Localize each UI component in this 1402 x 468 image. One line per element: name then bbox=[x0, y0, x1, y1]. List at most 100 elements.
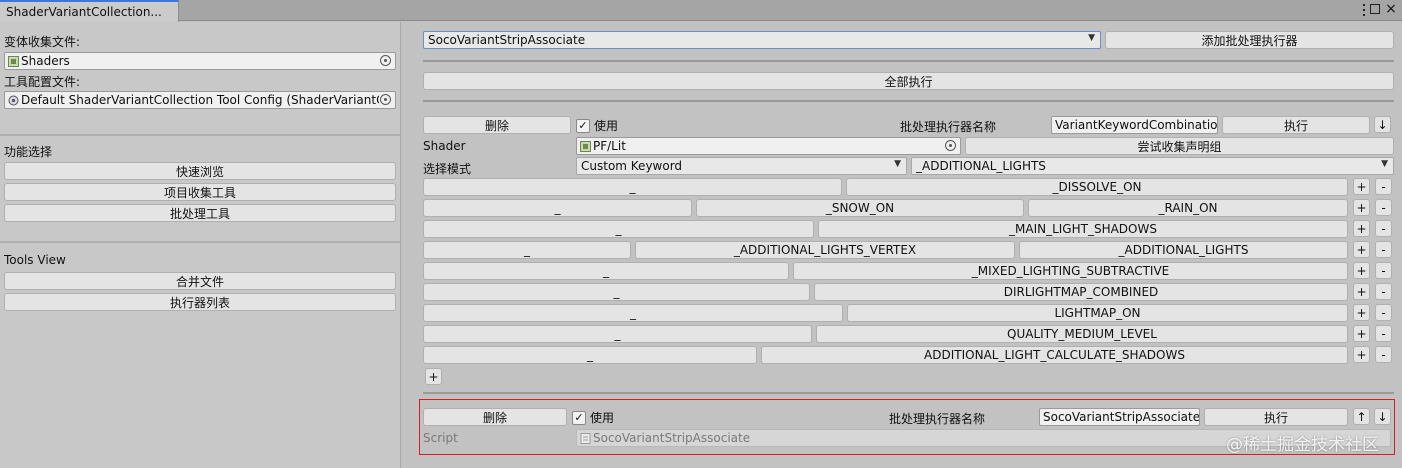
collection-field[interactable]: Shaders bbox=[4, 52, 396, 70]
mode-label: 选择模式 bbox=[423, 162, 472, 176]
keyword-button[interactable]: _ bbox=[423, 262, 789, 280]
keyword-button[interactable]: DIRLIGHTMAP_COMBINED bbox=[814, 283, 1348, 301]
remove-keyword-button[interactable]: - bbox=[1375, 325, 1392, 342]
remove-keyword-button[interactable]: - bbox=[1375, 262, 1392, 279]
keyword-button[interactable]: QUALITY_MEDIUM_LEVEL bbox=[816, 325, 1348, 343]
chevron-down-icon: ▼ bbox=[1088, 33, 1095, 43]
keyword-button[interactable]: _MAIN_LIGHT_SHADOWS bbox=[818, 220, 1348, 238]
use-toggle[interactable]: ✓ 使用 bbox=[572, 409, 614, 426]
run-button[interactable]: 执行 bbox=[1204, 408, 1348, 426]
mode-dropdown[interactable]: Custom Keyword ▼ bbox=[576, 157, 907, 175]
add-keyword-button[interactable]: + bbox=[1353, 283, 1370, 300]
right-separator bbox=[423, 60, 1394, 62]
config-asset-icon bbox=[8, 95, 19, 106]
function-title: 功能选择 bbox=[4, 145, 53, 159]
executor-name-field[interactable]: VariantKeywordCombination bbox=[1051, 116, 1218, 134]
add-executor-button[interactable]: 添加批处理执行器 bbox=[1105, 31, 1394, 49]
tools-view-title: Tools View bbox=[4, 253, 66, 267]
delete-button[interactable]: 删除 bbox=[423, 116, 571, 134]
executor-name-label: 批处理执行器名称 bbox=[889, 412, 986, 426]
remove-keyword-button[interactable]: - bbox=[1375, 346, 1392, 363]
shader-collection-icon bbox=[8, 55, 19, 67]
checkbox-checked-icon[interactable]: ✓ bbox=[572, 410, 586, 425]
keyword-button[interactable]: _ADDITIONAL_LIGHTS_VERTEX bbox=[635, 241, 1015, 259]
executor-list-button[interactable]: 执行器列表 bbox=[4, 293, 396, 311]
keyword-button[interactable]: _ bbox=[423, 283, 810, 301]
keyword-button[interactable]: _ bbox=[423, 304, 843, 322]
remove-keyword-button[interactable]: - bbox=[1375, 220, 1392, 237]
shader-value: PF/Lit bbox=[593, 139, 626, 153]
keyword-button[interactable]: _MIXED_LIGHTING_SUBTRACTIVE bbox=[793, 262, 1348, 280]
add-keyword-button[interactable]: + bbox=[1353, 325, 1370, 342]
try-collect-button[interactable]: 尝试收集声明组 bbox=[965, 137, 1394, 155]
window-tab[interactable]: ShaderVariantCollection... bbox=[0, 0, 179, 22]
quick-browse-button[interactable]: 快速浏览 bbox=[4, 162, 396, 180]
mode-value: Custom Keyword bbox=[581, 159, 683, 173]
keyword-button[interactable]: _ bbox=[423, 346, 757, 364]
delete-button[interactable]: 删除 bbox=[423, 408, 567, 426]
add-keyword-button[interactable]: + bbox=[1353, 178, 1370, 195]
chevron-down-icon: ▼ bbox=[894, 159, 901, 169]
keyword-button[interactable]: _ bbox=[423, 178, 842, 196]
shader-label: Shader bbox=[423, 139, 466, 153]
add-keyword-button[interactable]: + bbox=[1353, 346, 1370, 363]
left-separator bbox=[0, 241, 400, 243]
move-down-button[interactable]: ↓ bbox=[1374, 408, 1391, 425]
remove-keyword-button[interactable]: - bbox=[1375, 304, 1392, 321]
use-toggle[interactable]: ✓ 使用 bbox=[576, 117, 618, 134]
keyword-button[interactable]: _ bbox=[423, 220, 814, 238]
script-label: Script bbox=[423, 431, 458, 445]
object-picker-icon[interactable] bbox=[380, 94, 391, 105]
executor-name-value: VariantKeywordCombination bbox=[1055, 118, 1218, 132]
chevron-down-icon: ▼ bbox=[1381, 159, 1388, 169]
keyword-button[interactable]: _RAIN_ON bbox=[1028, 199, 1348, 217]
script-value: SocoVariantStripAssociate bbox=[593, 431, 751, 445]
keyword-button[interactable]: _ADDITIONAL_LIGHTS bbox=[1019, 241, 1348, 259]
executor-type-dropdown[interactable]: SocoVariantStripAssociate ▼ bbox=[423, 31, 1101, 49]
run-all-button[interactable]: 全部执行 bbox=[423, 72, 1394, 90]
add-keyword-button[interactable]: + bbox=[1353, 199, 1370, 216]
kebab-menu-icon[interactable] bbox=[1360, 3, 1368, 17]
add-keyword-button[interactable]: + bbox=[1353, 241, 1370, 258]
project-collect-button[interactable]: 项目收集工具 bbox=[4, 183, 396, 201]
right-separator bbox=[423, 392, 1394, 394]
add-keyword-button[interactable]: + bbox=[1353, 304, 1370, 321]
remove-keyword-button[interactable]: - bbox=[1375, 283, 1392, 300]
executor-name-field[interactable]: SocoVariantStripAssociate bbox=[1039, 408, 1200, 426]
right-separator bbox=[423, 100, 1394, 102]
add-keyword-row-button[interactable]: + bbox=[425, 368, 442, 385]
keyword-button[interactable]: _ bbox=[423, 325, 812, 343]
keyword-button[interactable]: _ bbox=[423, 199, 692, 217]
remove-keyword-button[interactable]: - bbox=[1375, 199, 1392, 216]
merge-files-button[interactable]: 合并文件 bbox=[4, 272, 396, 290]
executor-name-value: SocoVariantStripAssociate bbox=[1043, 410, 1200, 424]
keyword-button[interactable]: LIGHTMAP_ON bbox=[847, 304, 1348, 322]
close-icon[interactable]: × bbox=[1384, 1, 1398, 17]
add-keyword-button[interactable]: + bbox=[1353, 262, 1370, 279]
keyword-button[interactable]: _SNOW_ON bbox=[696, 199, 1024, 217]
add-keyword-button[interactable]: + bbox=[1353, 220, 1370, 237]
shader-field[interactable]: PF/Lit bbox=[576, 137, 961, 155]
window-titlebar bbox=[0, 0, 1402, 21]
batch-tool-button[interactable]: 批处理工具 bbox=[4, 204, 396, 222]
move-down-button[interactable]: ↓ bbox=[1374, 116, 1391, 133]
run-button[interactable]: 执行 bbox=[1222, 116, 1370, 134]
object-picker-icon[interactable] bbox=[380, 55, 391, 66]
window-tab-title: ShaderVariantCollection... bbox=[6, 5, 162, 19]
remove-keyword-button[interactable]: - bbox=[1375, 241, 1392, 258]
keyword-button[interactable]: _ bbox=[423, 241, 631, 259]
config-value: Default ShaderVariantCollection Tool Con… bbox=[21, 93, 379, 107]
keyword-button[interactable]: _DISSOLVE_ON bbox=[846, 178, 1348, 196]
config-field[interactable]: Default ShaderVariantCollection Tool Con… bbox=[4, 91, 396, 109]
keyword-dropdown[interactable]: _ADDITIONAL_LIGHTS ▼ bbox=[911, 157, 1394, 175]
script-icon bbox=[580, 432, 591, 444]
keyword-button[interactable]: ADDITIONAL_LIGHT_CALCULATE_SHADOWS bbox=[761, 346, 1348, 364]
remove-keyword-button[interactable]: - bbox=[1375, 178, 1392, 195]
checkbox-checked-icon[interactable]: ✓ bbox=[576, 118, 590, 133]
move-up-button[interactable]: ↑ bbox=[1353, 408, 1370, 425]
shader-icon bbox=[580, 140, 591, 152]
config-label: 工具配置文件: bbox=[4, 75, 81, 89]
object-picker-icon[interactable] bbox=[945, 140, 956, 151]
keyword-dropdown-value: _ADDITIONAL_LIGHTS bbox=[916, 159, 1046, 173]
maximize-icon[interactable] bbox=[1370, 4, 1380, 14]
